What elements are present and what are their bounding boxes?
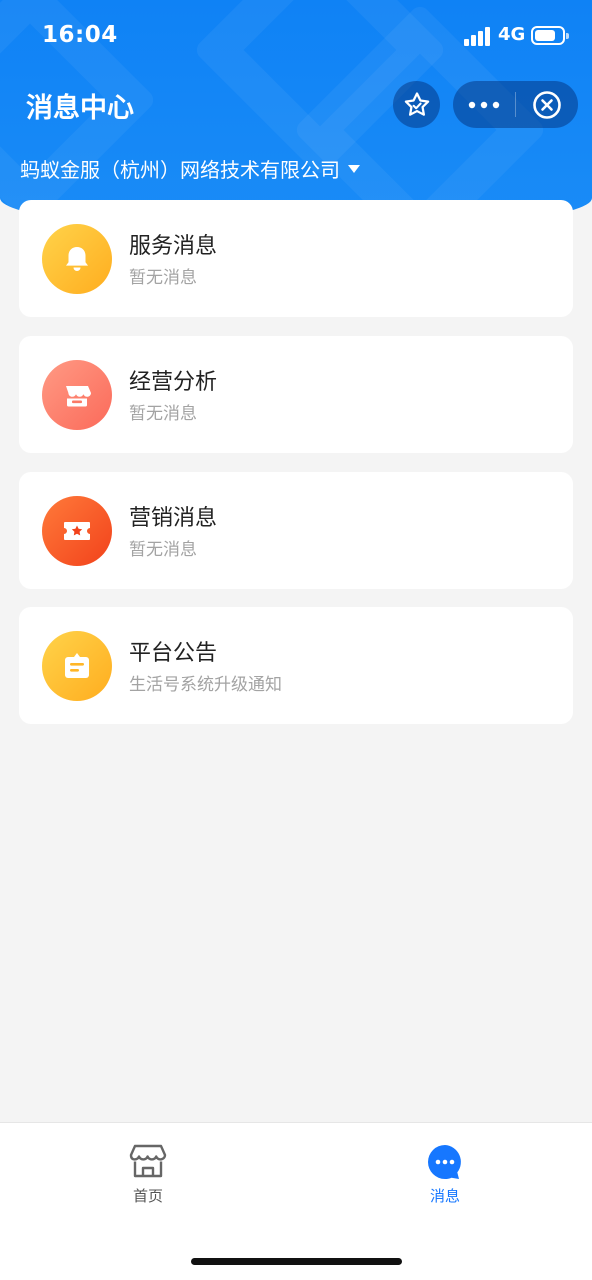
message-title: 经营分析 (129, 370, 218, 395)
message-card-business-analysis[interactable]: 经营分析 暂无消息 (19, 336, 573, 453)
notice-board-icon (65, 653, 89, 678)
tab-label: 首页 (132, 1187, 163, 1205)
star-icon (404, 91, 429, 116)
organization-name: 蚂蚁金服（杭州）网络技术有限公司 (20, 158, 340, 182)
tab-label: 消息 (429, 1187, 460, 1205)
more-button[interactable] (453, 81, 515, 128)
store-icon (129, 1144, 167, 1178)
organization-selector[interactable]: 蚂蚁金服（杭州）网络技术有限公司 (20, 154, 360, 183)
caret-down-icon (348, 164, 360, 173)
signal-icon (464, 26, 492, 46)
icon-badge (42, 224, 112, 294)
tab-bar: 首页 消息 (0, 1122, 592, 1280)
home-indicator (191, 1258, 402, 1265)
status-bar: 16:04 4G (0, 0, 592, 74)
battery-fill (535, 30, 555, 41)
battery-icon (531, 26, 569, 45)
icon-badge (42, 360, 112, 430)
close-button[interactable] (516, 81, 578, 128)
tab-messages[interactable]: 消息 (375, 1123, 515, 1223)
message-title: 服务消息 (129, 234, 218, 259)
mini-program-capsule (453, 81, 578, 128)
network-type: 4G (498, 24, 526, 45)
message-card-platform-notice[interactable]: 平台公告 生活号系统升级通知 (19, 607, 573, 724)
icon-badge (42, 496, 112, 566)
ticket-star-icon (64, 522, 90, 540)
bell-icon (66, 247, 88, 271)
more-dots-icon (468, 101, 500, 108)
close-circle-icon (533, 90, 561, 119)
chat-bubble-icon (428, 1145, 461, 1179)
favorite-button[interactable] (393, 81, 440, 128)
message-subtitle: 生活号系统升级通知 (129, 675, 282, 695)
message-card-marketing[interactable]: 营销消息 暂无消息 (19, 472, 573, 589)
icon-badge (42, 631, 112, 701)
store-icon (66, 386, 91, 407)
tab-home[interactable]: 首页 (78, 1123, 218, 1223)
message-subtitle: 暂无消息 (129, 268, 197, 288)
status-time: 16:04 (42, 22, 118, 48)
message-subtitle: 暂无消息 (129, 404, 197, 424)
message-subtitle: 暂无消息 (129, 540, 197, 560)
message-title: 平台公告 (129, 641, 218, 666)
message-title: 营销消息 (129, 506, 218, 531)
page-title: 消息中心 (26, 93, 134, 124)
message-card-service[interactable]: 服务消息 暂无消息 (19, 200, 573, 317)
